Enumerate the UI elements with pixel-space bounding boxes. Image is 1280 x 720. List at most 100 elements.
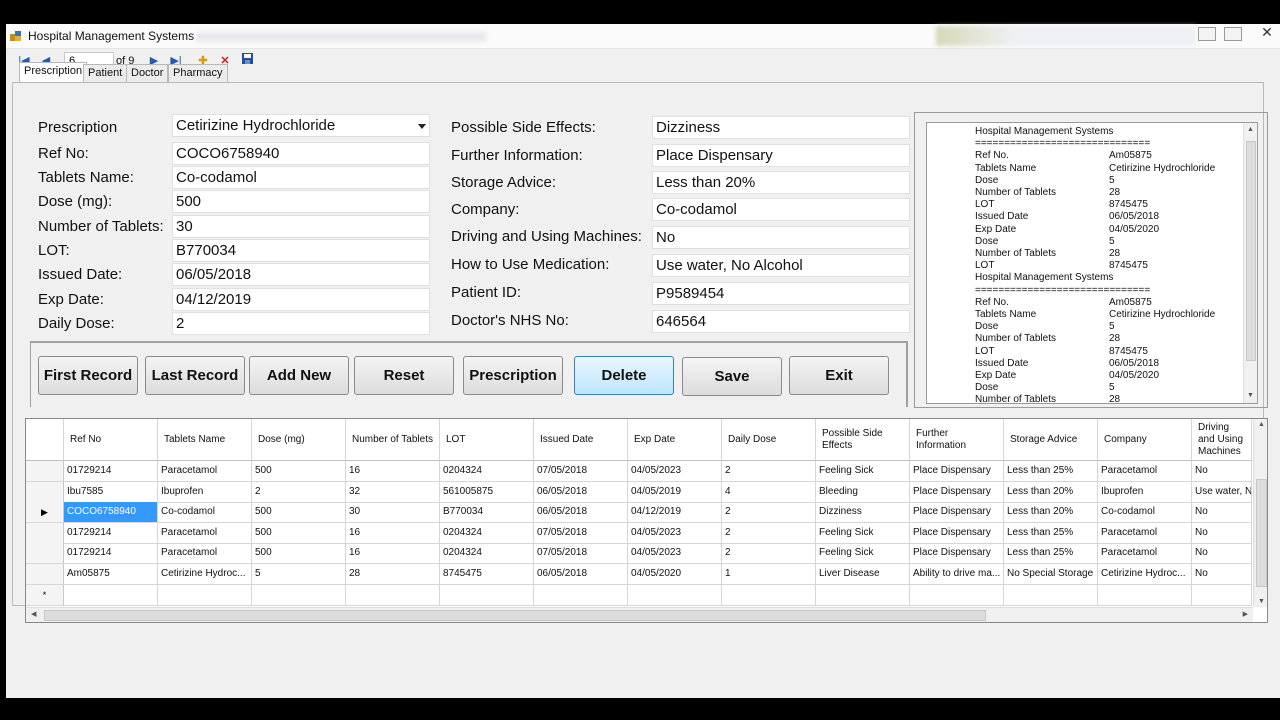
table-cell[interactable]: COCO6758940 xyxy=(64,502,158,524)
tablets-name-field[interactable]: Co-codamol xyxy=(172,166,430,189)
table-cell[interactable]: 28 xyxy=(346,564,440,585)
table-cell[interactable]: Less than 20% xyxy=(1004,481,1098,503)
column-header[interactable]: Driving and Using Machines xyxy=(1192,419,1252,461)
prescription-combo[interactable]: Cetirizine Hydrochloride xyxy=(172,114,430,137)
exit-button[interactable]: Exit xyxy=(789,356,889,395)
table-cell[interactable]: 07/05/2018 xyxy=(534,461,628,482)
grid-corner-header[interactable] xyxy=(26,419,64,461)
new-row-cell[interactable] xyxy=(628,584,722,606)
table-cell[interactable]: Place Dispensary xyxy=(910,502,1004,524)
doctor-nhs-field[interactable]: 646564 xyxy=(652,310,910,333)
scroll-thumb[interactable] xyxy=(1246,141,1256,361)
number-of-tablets-field[interactable]: 30 xyxy=(172,215,430,238)
tab-doctor[interactable]: Doctor xyxy=(126,64,169,82)
table-cell[interactable]: Cetirizine Hydroc... xyxy=(158,564,252,585)
new-row-cell[interactable] xyxy=(1192,584,1252,606)
column-header[interactable]: Ref No xyxy=(64,419,158,461)
table-cell[interactable]: 500 xyxy=(252,461,346,482)
table-cell[interactable]: 561005875 xyxy=(440,481,534,503)
table-cell[interactable]: Less than 20% xyxy=(1004,502,1098,524)
table-cell[interactable]: 0204324 xyxy=(440,543,534,565)
row-header[interactable] xyxy=(26,461,64,482)
grid-horizontal-scrollbar[interactable]: ◀ ▶ xyxy=(26,607,1253,622)
table-cell[interactable]: Place Dispensary xyxy=(910,543,1004,565)
tab-pharmacy[interactable]: Pharmacy xyxy=(168,64,228,82)
scroll-up-icon[interactable]: ▲ xyxy=(1258,421,1265,428)
daily-dose-field[interactable]: 2 xyxy=(172,312,430,335)
last-record-button[interactable]: Last Record xyxy=(145,356,245,395)
column-header[interactable]: Issued Date xyxy=(534,419,628,461)
new-row-cell[interactable] xyxy=(910,584,1004,606)
new-row-header[interactable]: * xyxy=(26,584,64,606)
exp-date-field[interactable]: 04/12/2019 xyxy=(172,288,430,311)
table-cell[interactable]: Feeling Sick xyxy=(816,461,910,482)
table-cell[interactable]: Paracetamol xyxy=(158,461,252,482)
table-cell[interactable]: Cetirizine Hydroc... xyxy=(1098,564,1192,585)
chevron-down-icon[interactable] xyxy=(418,124,426,129)
table-cell[interactable]: Feeling Sick xyxy=(816,543,910,565)
new-row-cell[interactable] xyxy=(816,584,910,606)
scroll-thumb[interactable] xyxy=(1256,479,1267,587)
table-cell[interactable]: No xyxy=(1192,543,1252,565)
patient-id-field[interactable]: P9589454 xyxy=(652,282,910,305)
table-cell[interactable]: 04/05/2023 xyxy=(628,461,722,482)
column-header[interactable]: Further Information xyxy=(910,419,1004,461)
table-cell[interactable]: Ibuprofen xyxy=(1098,481,1192,503)
table-cell[interactable]: 5 xyxy=(252,564,346,585)
table-cell[interactable]: 16 xyxy=(346,522,440,544)
company-field[interactable]: Co-codamol xyxy=(652,198,910,221)
table-cell[interactable]: 2 xyxy=(722,543,816,565)
table-cell[interactable]: Co-codamol xyxy=(1098,502,1192,524)
table-cell[interactable]: 01729214 xyxy=(64,522,158,544)
table-cell[interactable]: 8745475 xyxy=(440,564,534,585)
table-cell[interactable]: Paracetamol xyxy=(158,522,252,544)
new-row-cell[interactable] xyxy=(64,584,158,606)
add-new-button[interactable]: Add New xyxy=(249,356,349,395)
table-cell[interactable]: 16 xyxy=(346,543,440,565)
table-cell[interactable]: Feeling Sick xyxy=(816,522,910,544)
new-row-cell[interactable] xyxy=(158,584,252,606)
tab-prescription[interactable]: Prescription xyxy=(19,62,88,82)
row-header[interactable] xyxy=(26,481,64,503)
column-header[interactable]: Number of Tablets xyxy=(346,419,440,461)
table-cell[interactable]: B770034 xyxy=(440,502,534,524)
table-cell[interactable]: Co-codamol xyxy=(158,502,252,524)
column-header[interactable]: Company xyxy=(1098,419,1192,461)
table-cell[interactable]: Less than 25% xyxy=(1004,543,1098,565)
new-row-cell[interactable] xyxy=(252,584,346,606)
table-cell[interactable]: No xyxy=(1192,502,1252,524)
column-header[interactable]: Daily Dose xyxy=(722,419,816,461)
prescription-grid[interactable]: Ref No Tablets Name Dose (mg) Number of Tab… xyxy=(25,418,1268,623)
table-cell[interactable]: 07/05/2018 xyxy=(534,543,628,565)
table-cell[interactable]: Paracetamol xyxy=(1098,522,1192,544)
ref-no-field[interactable]: COCO6758940 xyxy=(172,142,430,165)
table-cell[interactable]: 500 xyxy=(252,502,346,524)
table-cell[interactable]: 2 xyxy=(722,502,816,524)
column-header[interactable]: Possible Side Effects xyxy=(816,419,910,461)
table-cell[interactable]: Bleeding xyxy=(816,481,910,503)
table-cell[interactable]: Less than 25% xyxy=(1004,461,1098,482)
how-to-use-field[interactable]: Use water, No Alcohol xyxy=(652,254,910,277)
receipt-scrollbar[interactable]: ▲ ▼ xyxy=(1243,123,1257,403)
table-cell[interactable]: 04/12/2019 xyxy=(628,502,722,524)
table-cell[interactable]: No xyxy=(1192,564,1252,585)
table-cell[interactable]: 1 xyxy=(722,564,816,585)
table-cell[interactable]: Dizziness xyxy=(816,502,910,524)
table-cell[interactable]: 07/05/2018 xyxy=(534,522,628,544)
side-effects-field[interactable]: Dizziness xyxy=(652,116,910,139)
save-button[interactable]: Save xyxy=(682,357,782,396)
scroll-up-icon[interactable]: ▲ xyxy=(1247,126,1254,133)
table-cell[interactable]: Paracetamol xyxy=(1098,461,1192,482)
new-row-cell[interactable] xyxy=(440,584,534,606)
scroll-left-icon[interactable]: ◀ xyxy=(31,610,36,618)
tab-patient[interactable]: Patient xyxy=(83,64,128,82)
table-cell[interactable]: Am05875 xyxy=(64,564,158,585)
dose-field[interactable]: 500 xyxy=(172,190,430,213)
new-row-cell[interactable] xyxy=(346,584,440,606)
table-cell[interactable]: 2 xyxy=(722,461,816,482)
table-cell[interactable]: 06/05/2018 xyxy=(534,564,628,585)
table-cell[interactable]: Ability to drive ma... xyxy=(910,564,1004,585)
table-cell[interactable]: 32 xyxy=(346,481,440,503)
table-cell[interactable]: Use water, No xyxy=(1192,481,1252,503)
row-header[interactable]: ▶ xyxy=(26,502,64,524)
